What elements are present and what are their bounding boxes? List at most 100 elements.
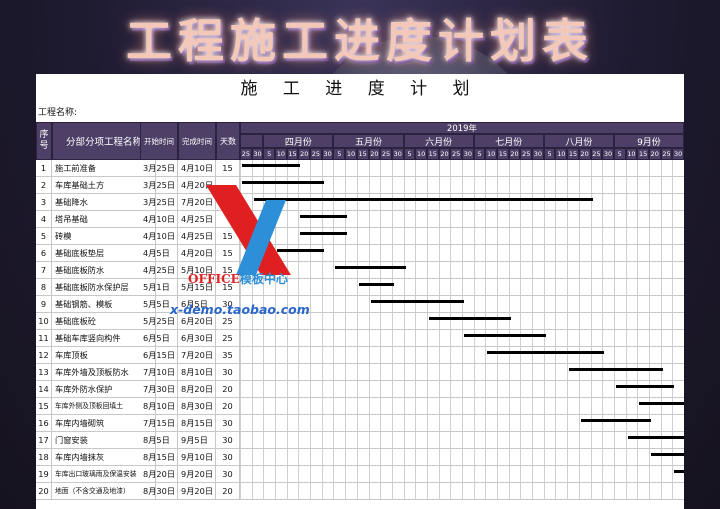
header-day: 25 bbox=[660, 148, 673, 160]
header-day: 5 bbox=[473, 148, 486, 160]
table-row: 1 施工前准备 3月25日 4月10日 15 bbox=[36, 160, 684, 177]
row-number: 5 bbox=[36, 228, 52, 245]
start-date: 8月15日 bbox=[140, 449, 178, 466]
gantt-bar bbox=[358, 283, 394, 286]
row-number: 14 bbox=[36, 381, 52, 398]
duration-days: 30 bbox=[216, 432, 240, 449]
duration-days: 30 bbox=[216, 466, 240, 483]
table-row: 10 基础底板砼 5月25日 6月20日 25 bbox=[36, 313, 684, 330]
gantt-bar bbox=[639, 402, 684, 405]
project-name-label: 工程名称: bbox=[38, 108, 78, 118]
gantt-bar bbox=[674, 470, 684, 473]
start-date: 7月15日 bbox=[140, 415, 178, 432]
end-date: 9月10日 bbox=[178, 449, 216, 466]
sheet-title: 施 工 进 度 计 划 bbox=[240, 79, 480, 99]
table-row: 16 车库内墙砌筑 7月15日 8月15日 30 bbox=[36, 415, 684, 432]
header-day: 30 bbox=[672, 148, 684, 160]
row-number: 1 bbox=[36, 160, 52, 177]
gantt-bar bbox=[464, 334, 546, 337]
end-date: 6月30日 bbox=[178, 330, 216, 347]
row-number: 17 bbox=[36, 432, 52, 449]
watermark-office: OFFICE模板中心 bbox=[188, 272, 288, 286]
end-date: 9月5日 bbox=[178, 432, 216, 449]
start-date: 3月25日 bbox=[140, 160, 178, 177]
table-row: 9 基础钢筋、模板 5月5日 6月5日 30 bbox=[36, 296, 684, 313]
table-row: 15 车库外侧及顶板回填土 8月10日 8月30日 20 bbox=[36, 398, 684, 415]
header-day: 15 bbox=[286, 148, 299, 160]
header-day: 25 bbox=[310, 148, 322, 160]
table-row: 12 车库顶板 6月15日 7月20日 35 bbox=[36, 347, 684, 364]
gantt-bar bbox=[487, 351, 605, 354]
gantt-bar bbox=[650, 453, 684, 456]
header-day: 15 bbox=[356, 148, 369, 160]
header-day: 25 bbox=[240, 148, 252, 160]
duration-days: 20 bbox=[216, 381, 240, 398]
row-number: 13 bbox=[36, 364, 52, 381]
schedule-sheet: 施 工 进 度 计 划 工程名称: 序号 分部分项工程名称 开始时间 完成时间 天数 20… bbox=[36, 74, 684, 509]
start-date: 3月25日 bbox=[140, 194, 178, 211]
header-end: 完成时间 bbox=[178, 122, 216, 160]
table-row: 8 基础底板防水保护层 5月1日 5月15日 15 bbox=[36, 279, 684, 296]
watermark-url: x-demo.taobao.com bbox=[170, 302, 310, 317]
duration-days: 20 bbox=[216, 483, 240, 500]
header-day: 5 bbox=[543, 148, 556, 160]
duration-days: 30 bbox=[216, 449, 240, 466]
header-day: 10 bbox=[345, 148, 357, 160]
gantt-bar bbox=[370, 300, 464, 303]
header-day: 15 bbox=[497, 148, 509, 160]
header-day: 10 bbox=[555, 148, 568, 160]
header-month: 七月份 bbox=[473, 134, 544, 148]
duration-days: 30 bbox=[216, 364, 240, 381]
header-day: 30 bbox=[532, 148, 544, 160]
end-date: 4月10日 bbox=[178, 160, 216, 177]
header-day: 30 bbox=[602, 148, 614, 160]
duration-days: 25 bbox=[216, 330, 240, 347]
header-month: 四月份 bbox=[263, 134, 334, 148]
header-day: 30 bbox=[462, 148, 474, 160]
header-day: 25 bbox=[380, 148, 392, 160]
row-number: 8 bbox=[36, 279, 52, 296]
gantt-bar bbox=[300, 232, 348, 235]
duration-days: 30 bbox=[216, 415, 240, 432]
start-date: 4月10日 bbox=[140, 211, 178, 228]
row-number: 18 bbox=[36, 449, 52, 466]
end-date: 9月20日 bbox=[178, 466, 216, 483]
table-row: 7 基础底板防水 4月25日 5月10日 15 bbox=[36, 262, 684, 279]
header-day: 25 bbox=[450, 148, 462, 160]
start-date: 5月1日 bbox=[140, 279, 178, 296]
start-date: 6月15日 bbox=[140, 347, 178, 364]
start-date: 8月20日 bbox=[140, 466, 178, 483]
header-day: 20 bbox=[368, 148, 381, 160]
end-date: 9月20日 bbox=[178, 483, 216, 500]
row-number: 10 bbox=[36, 313, 52, 330]
row-number: 11 bbox=[36, 330, 52, 347]
header-days: 天数 bbox=[216, 122, 240, 160]
table-row: 2 车库基础土方 3月25日 4月20日 bbox=[36, 177, 684, 194]
header-month: 六月份 bbox=[403, 134, 474, 148]
duration-days: 15 bbox=[216, 160, 240, 177]
header-day: 10 bbox=[485, 148, 498, 160]
row-number: 9 bbox=[36, 296, 52, 313]
table-row: 14 车库外防水保护 7月30日 8月20日 20 bbox=[36, 381, 684, 398]
row-number: 4 bbox=[36, 211, 52, 228]
table-row: 20 地面（不含交通及地漆） 8月30日 9月20日 20 bbox=[36, 483, 684, 500]
header-day: 15 bbox=[567, 148, 579, 160]
header-day: 10 bbox=[625, 148, 638, 160]
header-day: 15 bbox=[637, 148, 649, 160]
start-date: 3月25日 bbox=[140, 177, 178, 194]
header-day: 5 bbox=[333, 148, 346, 160]
header-start: 开始时间 bbox=[140, 122, 178, 160]
row-number: 19 bbox=[36, 466, 52, 483]
watermark-x-logo bbox=[206, 185, 291, 275]
row-number: 12 bbox=[36, 347, 52, 364]
gantt-bar bbox=[253, 198, 593, 201]
gantt-bar bbox=[615, 385, 675, 388]
header-day: 10 bbox=[275, 148, 287, 160]
gantt-bar bbox=[300, 215, 348, 218]
header-day: 5 bbox=[403, 148, 416, 160]
table-row: 3 基础降水 3月25日 7月20日 bbox=[36, 194, 684, 211]
header-day: 10 bbox=[415, 148, 427, 160]
header-day: 5 bbox=[263, 148, 276, 160]
start-date: 7月10日 bbox=[140, 364, 178, 381]
end-date: 8月15日 bbox=[178, 415, 216, 432]
